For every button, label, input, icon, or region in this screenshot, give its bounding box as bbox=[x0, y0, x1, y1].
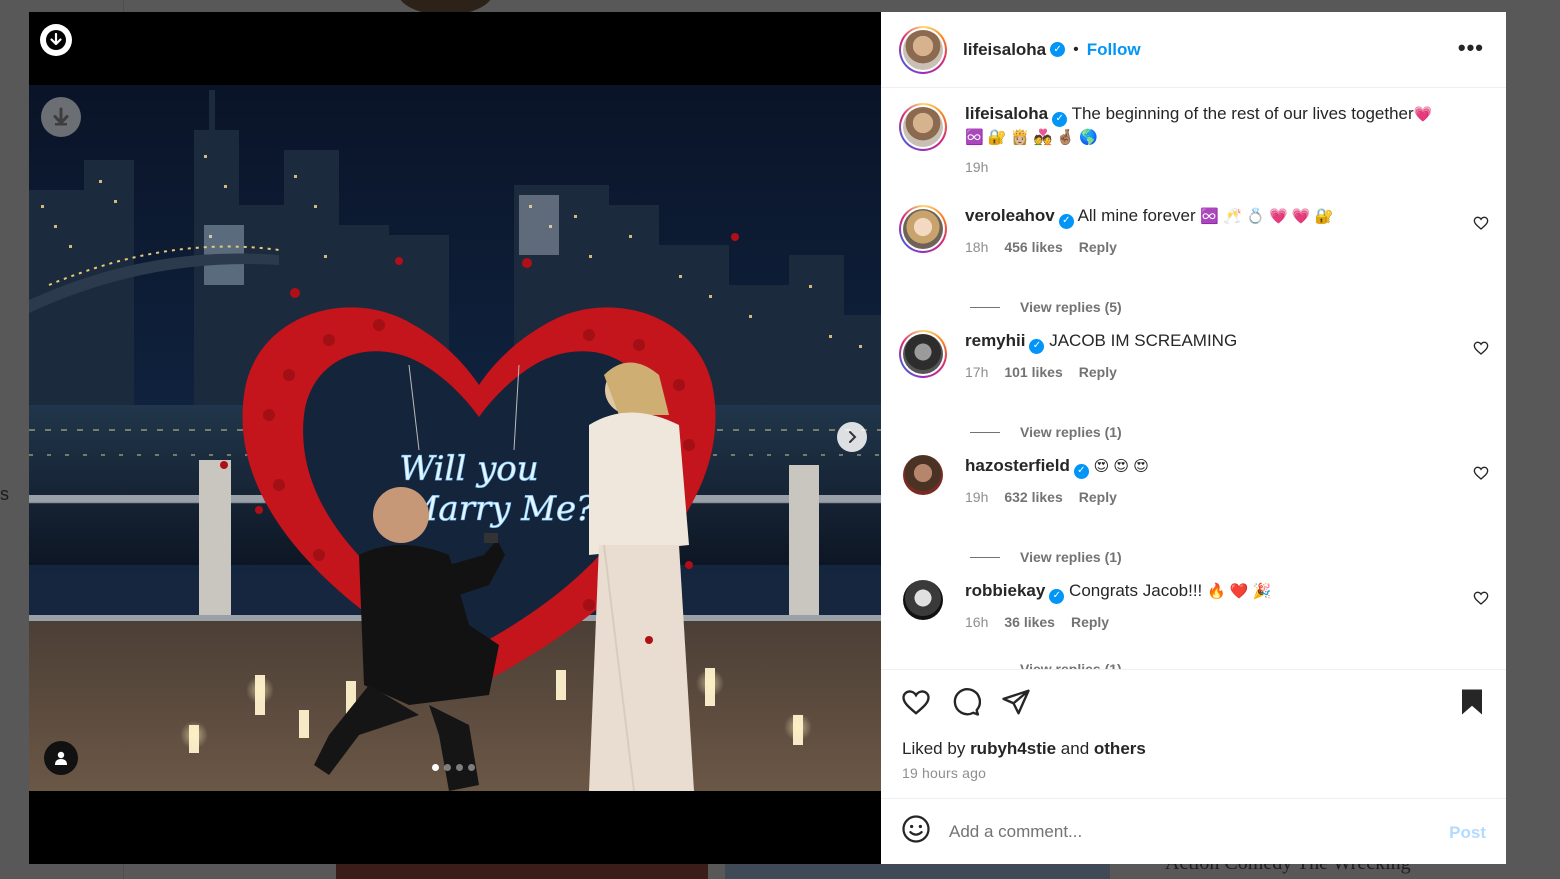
comment-reply-button[interactable]: Reply bbox=[1079, 489, 1117, 505]
verified-badge-icon: ✓ bbox=[1029, 338, 1045, 354]
comment-username[interactable]: hazosterfield bbox=[965, 456, 1070, 475]
view-replies-button[interactable]: View replies (1) bbox=[970, 424, 1122, 440]
header-separator: • bbox=[1073, 40, 1079, 58]
view-replies-button[interactable]: View replies (5) bbox=[970, 299, 1122, 315]
comment-text: All mine forever bbox=[1077, 206, 1196, 225]
comment-username[interactable]: remyhii bbox=[965, 331, 1025, 350]
neon-sign-line-1: Will you bbox=[399, 449, 538, 489]
comment-like-icon[interactable] bbox=[1473, 590, 1489, 611]
comment-time: 17h bbox=[965, 363, 989, 380]
comment-reply-button[interactable]: Reply bbox=[1079, 239, 1117, 255]
comment-input[interactable] bbox=[949, 821, 1409, 842]
add-comment-bar: Post bbox=[881, 798, 1506, 864]
download-icon[interactable] bbox=[40, 24, 72, 56]
background-thumbnail bbox=[336, 862, 708, 879]
post-timestamp[interactable]: 19 hours ago bbox=[902, 765, 986, 781]
caption-username[interactable]: lifeisaloha bbox=[965, 104, 1048, 123]
comment-item: veroleahov ✓ All mine forever ♾️ 🥂 💍 💗 💗 … bbox=[899, 205, 1489, 255]
view-replies-label: View replies (1) bbox=[1020, 661, 1122, 669]
carousel-next-button[interactable] bbox=[837, 422, 867, 452]
caption-emoji-line: ♾️ 🔐 👸🏼 💑 🤞🏽 🌎 bbox=[965, 128, 1098, 146]
comment-username[interactable]: robbiekay bbox=[965, 581, 1045, 600]
caption-time: 19h bbox=[965, 158, 989, 175]
carousel-dot bbox=[444, 764, 451, 771]
carousel-dot bbox=[468, 764, 475, 771]
caption-text: The beginning of the rest of our lives t… bbox=[1071, 104, 1414, 123]
caption-avatar[interactable] bbox=[899, 103, 947, 151]
comment-emoji: 🔥 ❤️ 🎉 bbox=[1207, 583, 1272, 600]
comment-reply-button[interactable]: Reply bbox=[1071, 614, 1109, 630]
comment-like-icon[interactable] bbox=[1473, 215, 1489, 236]
caption-emoji: 💗 bbox=[1413, 106, 1433, 123]
liked-by-and: and bbox=[1060, 739, 1090, 758]
post-header: lifeisaloha ✓ • Follow ••• bbox=[881, 12, 1506, 88]
share-icon[interactable] bbox=[1001, 687, 1031, 722]
comments-list[interactable]: lifeisaloha ✓ The beginning of the rest o… bbox=[881, 89, 1506, 669]
verified-badge-icon: ✓ bbox=[1058, 213, 1074, 229]
comment-like-icon[interactable] bbox=[1473, 465, 1489, 486]
view-replies-label: View replies (1) bbox=[1020, 549, 1122, 565]
verified-badge-icon: ✓ bbox=[1049, 588, 1065, 604]
carousel-dot-active bbox=[432, 764, 439, 771]
comment-likes[interactable]: 632 likes bbox=[1004, 489, 1062, 505]
comment-likes[interactable]: 456 likes bbox=[1004, 239, 1062, 255]
author-username[interactable]: lifeisaloha bbox=[963, 40, 1046, 60]
comment-emoji: 😍 😍 😍 bbox=[1093, 458, 1149, 475]
comment-likes[interactable]: 101 likes bbox=[1004, 364, 1062, 380]
photo-download-icon[interactable] bbox=[41, 97, 81, 137]
comment-time: 18h bbox=[965, 238, 989, 255]
background-thumbnail bbox=[725, 862, 1110, 879]
comment-likes[interactable]: 36 likes bbox=[1004, 614, 1055, 630]
liked-by-others[interactable]: others bbox=[1094, 739, 1146, 758]
standing-woman bbox=[589, 362, 694, 791]
commenter-avatar[interactable] bbox=[899, 205, 947, 253]
liked-by-user[interactable]: rubyh4stie bbox=[970, 739, 1056, 758]
more-options-icon[interactable]: ••• bbox=[1458, 37, 1484, 59]
verified-badge-icon: ✓ bbox=[1073, 463, 1089, 479]
post-side-panel: lifeisaloha ✓ • Follow ••• lifeisaloha ✓ … bbox=[881, 12, 1506, 864]
post-comment-button[interactable]: Post bbox=[1449, 823, 1486, 843]
comment-item: remyhii ✓ JACOB IM SCREAMING 17h 101 like… bbox=[899, 330, 1489, 380]
neon-sign-line-2: Marry Me? bbox=[403, 489, 596, 529]
view-replies-button[interactable]: View replies (1) bbox=[970, 661, 1122, 669]
comment-like-icon[interactable] bbox=[1473, 340, 1489, 361]
tagged-user-icon[interactable] bbox=[44, 741, 78, 775]
carousel-dot bbox=[456, 764, 463, 771]
comment-text: JACOB IM SCREAMING bbox=[1049, 331, 1238, 350]
post-actions: Liked by rubyh4stie and others 19 hours … bbox=[881, 669, 1506, 799]
view-replies-button[interactable]: View replies (1) bbox=[970, 549, 1122, 565]
comment-text: Congrats Jacob!!! bbox=[1069, 581, 1203, 600]
like-icon[interactable] bbox=[901, 687, 931, 722]
comment-icon[interactable] bbox=[951, 687, 982, 722]
comment-time: 19h bbox=[965, 488, 989, 505]
commenter-avatar[interactable] bbox=[899, 330, 947, 378]
carousel-indicator bbox=[432, 764, 475, 771]
view-replies-label: View replies (5) bbox=[1020, 299, 1122, 315]
follow-button[interactable]: Follow bbox=[1087, 40, 1141, 60]
comment-username[interactable]: veroleahov bbox=[965, 206, 1055, 225]
verified-badge-icon: ✓ bbox=[1050, 42, 1066, 57]
save-bookmark-icon[interactable] bbox=[1458, 687, 1486, 722]
comment-time: 16h bbox=[965, 613, 989, 630]
author-avatar[interactable] bbox=[899, 25, 947, 74]
liked-by-prefix: Liked by bbox=[902, 739, 966, 758]
post-photo[interactable]: Will you Marry Me? bbox=[29, 85, 881, 791]
comment-reply-button[interactable]: Reply bbox=[1079, 364, 1117, 380]
post-media: Will you Marry Me? bbox=[29, 12, 881, 864]
emoji-picker-icon[interactable] bbox=[901, 814, 931, 849]
verified-badge-icon: ✓ bbox=[1052, 111, 1068, 127]
comment-item: hazosterfield ✓ 😍 😍 😍 19h 632 likes Reply bbox=[899, 455, 1489, 505]
commenter-avatar[interactable] bbox=[903, 580, 943, 620]
background-sidebar-text: s bbox=[0, 484, 9, 504]
post-caption: lifeisaloha ✓ The beginning of the rest o… bbox=[899, 103, 1489, 175]
comment-item: robbiekay ✓ Congrats Jacob!!! 🔥 ❤️ 🎉 16h … bbox=[899, 580, 1489, 630]
liked-by-summary: Liked by rubyh4stie and others bbox=[902, 739, 1146, 759]
commenter-avatar[interactable] bbox=[903, 455, 943, 495]
post-modal: Will you Marry Me? lifeisaloha ✓ • Follo… bbox=[29, 12, 1506, 864]
comment-emoji: ♾️ 🥂 💍 💗 💗 🔐 bbox=[1200, 208, 1334, 225]
view-replies-label: View replies (1) bbox=[1020, 424, 1122, 440]
